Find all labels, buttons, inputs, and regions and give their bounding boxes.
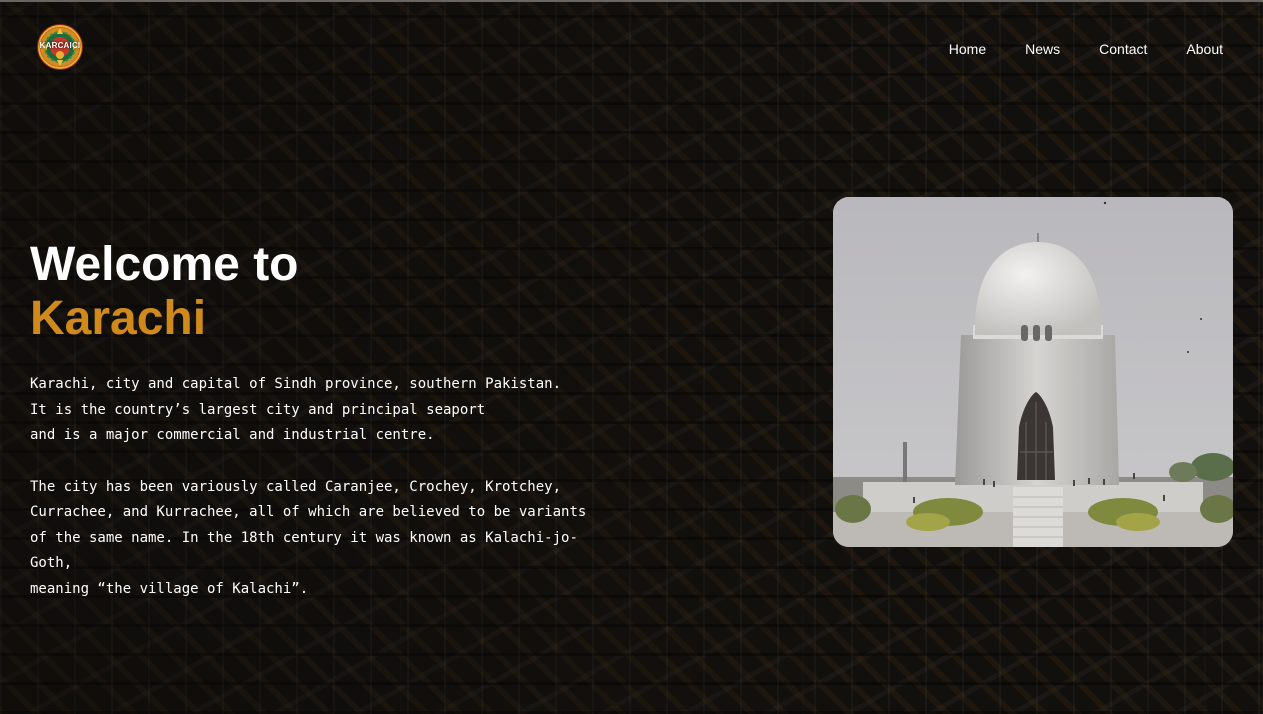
hero-description: Karachi, city and capital of Sindh provi… [30, 372, 630, 602]
monument-photo [833, 197, 1233, 547]
description-line: Currachee, and Kurrachee, all of which a… [30, 504, 587, 520]
description-line: Karachi, city and capital of Sindh provi… [30, 376, 562, 392]
background-shade [0, 0, 820, 714]
mazar-e-quaid-image [833, 197, 1233, 547]
top-border [0, 0, 1263, 2]
description-line: of the same name. In the 18th century it… [30, 529, 578, 546]
hero-title: Welcome to Karachi [30, 238, 299, 346]
main-nav: Home News Contact About [910, 40, 1223, 58]
description-line: The city has been variously called Caran… [30, 478, 562, 495]
nav-about-link[interactable]: About [1186, 40, 1223, 58]
nav-home-link[interactable]: Home [949, 40, 986, 58]
description-line: and is a major commercial and industrial… [30, 427, 435, 443]
logo-text: KARCAICI [39, 41, 81, 50]
logo[interactable]: KARCAICI [37, 24, 83, 70]
description-line: Goth, [30, 555, 73, 571]
hero-title-line1: Welcome to [30, 238, 299, 291]
description-line: meaning “the village of Kalachi”. [30, 580, 309, 597]
nav-contact-link[interactable]: Contact [1099, 40, 1147, 58]
description-line: It is the country’s largest city and pri… [30, 401, 486, 418]
nav-news-link[interactable]: News [1025, 40, 1060, 58]
hero-title-city: Karachi [30, 292, 207, 345]
